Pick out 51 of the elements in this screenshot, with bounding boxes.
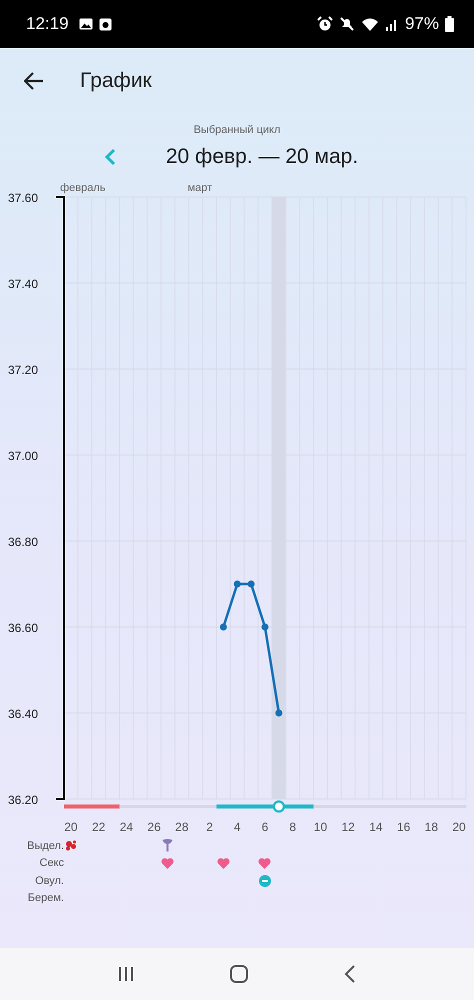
camera-icon xyxy=(98,18,112,30)
back-icon xyxy=(344,965,356,983)
event-row-label: Овул. xyxy=(34,874,64,887)
x-tick-label: 18 xyxy=(424,820,438,834)
x-tick-label: 20 xyxy=(64,820,78,834)
battery-icon xyxy=(445,16,454,32)
y-tick-label: 36.20 xyxy=(8,793,38,807)
month-label: февраль xyxy=(60,182,106,194)
home-icon xyxy=(230,965,248,983)
x-tick-label: 26 xyxy=(147,820,161,834)
x-tick-label: 24 xyxy=(120,820,134,834)
point xyxy=(220,624,227,630)
x-tick-label: 22 xyxy=(92,820,106,834)
point xyxy=(248,580,255,588)
battery-percent: 97% xyxy=(404,14,439,34)
x-tick-label: 8 xyxy=(289,820,296,834)
recent-apps-icon xyxy=(118,966,134,982)
back-arrow-icon xyxy=(24,72,44,90)
cycle-caption: Выбранный цикл xyxy=(192,124,282,136)
x-tick-label: 16 xyxy=(396,820,410,834)
y-tick-label: 37.20 xyxy=(8,363,38,377)
x-tick-label: 10 xyxy=(314,820,328,834)
point xyxy=(234,580,241,588)
alarm-icon xyxy=(316,16,333,32)
mute-icon xyxy=(338,16,355,32)
y-tick-label: 37.00 xyxy=(8,449,38,463)
y-tick-label: 37.40 xyxy=(8,277,38,291)
event-row-label: Выдел. xyxy=(26,840,64,852)
x-tick-label: 28 xyxy=(175,820,188,834)
screen-title: График xyxy=(80,69,152,93)
point xyxy=(275,710,282,716)
chevron-left-icon xyxy=(104,148,116,166)
y-tick-label: 36.40 xyxy=(8,707,38,721)
y-tick-label: 37.60 xyxy=(8,191,38,205)
cycle-range: 20 февр. — 20 мар. xyxy=(166,145,358,169)
y-tick-label: 36.80 xyxy=(8,535,38,549)
event-row-label: Секс xyxy=(38,857,64,870)
wifi-icon xyxy=(360,16,379,32)
x-tick-label: 14 xyxy=(369,820,383,834)
month-label: март xyxy=(188,182,212,194)
signal-icon xyxy=(384,17,399,31)
y-tick-label: 36.60 xyxy=(8,621,38,635)
clock-time: 12:19 xyxy=(26,14,69,34)
x-tick-label: 20 xyxy=(452,820,466,834)
event-row-label: Берем. xyxy=(26,892,64,904)
x-tick-label: 12 xyxy=(342,820,355,834)
x-tick-label: 6 xyxy=(262,820,268,834)
x-tick-label: 4 xyxy=(234,820,241,834)
x-tick-label: 2 xyxy=(206,820,213,834)
point xyxy=(262,624,268,630)
image-icon xyxy=(78,18,93,30)
